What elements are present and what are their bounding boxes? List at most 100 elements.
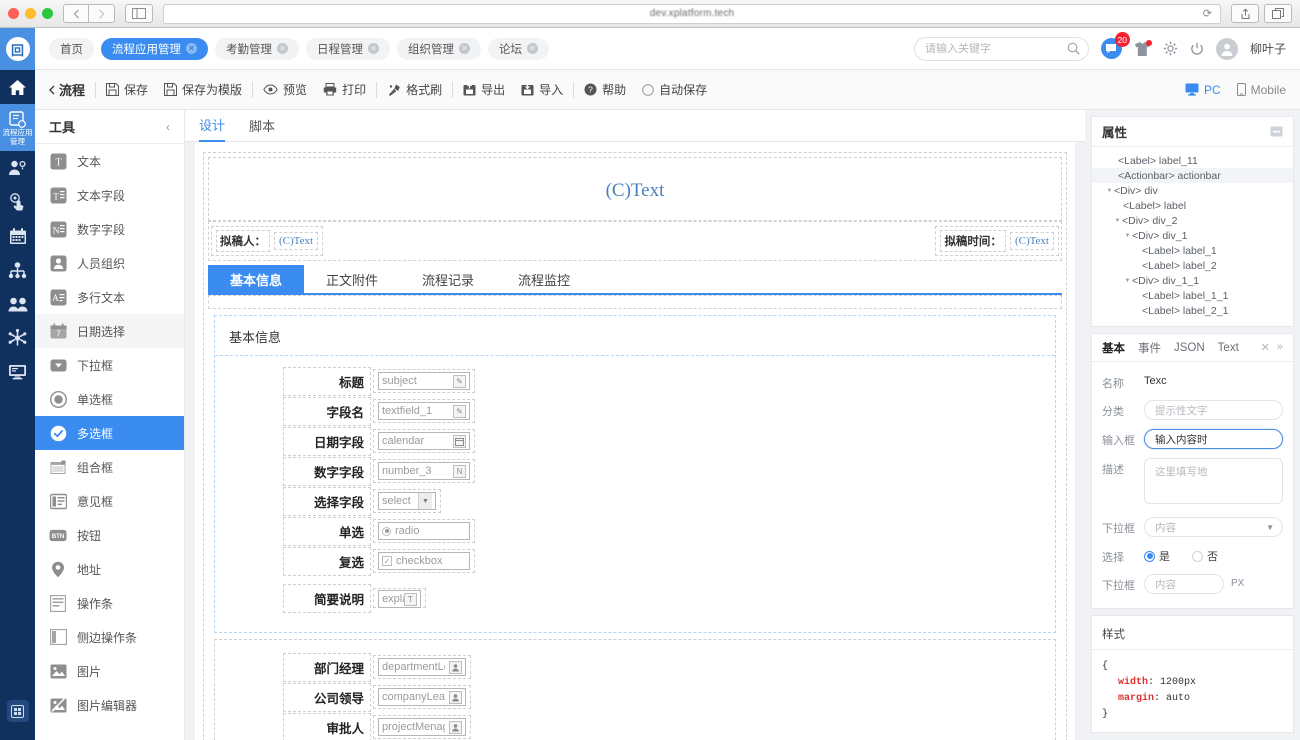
tab-events[interactable]: 事件 bbox=[1138, 340, 1161, 356]
tree-node-selected[interactable]: <Actionbar> actionbar bbox=[1092, 168, 1293, 183]
form-meta-row[interactable]: 拟稿人： (C)Text 拟稿时间： (C)Text bbox=[208, 221, 1062, 261]
approver-input[interactable]: projectMenager bbox=[378, 718, 466, 736]
tool-item-side-actionbar[interactable]: 侧边操作条 bbox=[35, 620, 184, 654]
form-row-radio[interactable]: 单选 radio bbox=[215, 516, 1055, 546]
person-icon[interactable] bbox=[449, 691, 462, 704]
check-icon[interactable]: ✓ bbox=[382, 556, 392, 566]
tool-item-dropdown[interactable]: 下拉框 bbox=[35, 348, 184, 382]
field-control-approver[interactable]: projectMenager bbox=[373, 715, 471, 739]
field-control-select[interactable]: select ▼ bbox=[373, 489, 441, 513]
form-tabstrip[interactable]: 基本信息 正文附件 流程记录 流程监控 bbox=[208, 265, 1062, 295]
shirt-button[interactable] bbox=[1134, 41, 1151, 57]
tab-text[interactable]: Text bbox=[1218, 342, 1239, 354]
global-search[interactable] bbox=[914, 37, 1089, 61]
category-input[interactable]: 提示性文字 bbox=[1144, 400, 1283, 420]
form-row-explain[interactable]: 简要说明 explain T bbox=[215, 576, 1055, 620]
form-tab-process-record[interactable]: 流程记录 bbox=[400, 265, 496, 293]
tree-node[interactable]: ▼ <Div> div_1 bbox=[1092, 228, 1293, 243]
field-control-explain[interactable]: explain T bbox=[373, 588, 426, 608]
browser-back-button[interactable] bbox=[63, 4, 89, 23]
tab-design[interactable]: 设计 bbox=[199, 110, 225, 142]
rail-logo[interactable]: 回 bbox=[0, 28, 35, 70]
choice-radio-no[interactable]: 否 bbox=[1192, 548, 1218, 564]
radio-input[interactable]: radio bbox=[378, 522, 470, 540]
form-row-select[interactable]: 选择字段 select ▼ bbox=[215, 486, 1055, 516]
toolbar-back-button[interactable]: 流程 bbox=[49, 80, 85, 99]
date-input[interactable]: calendar bbox=[378, 432, 470, 450]
form-row-textfield[interactable]: 字段名 textfield_1 ✎ bbox=[215, 396, 1055, 426]
chevron-left-icon[interactable]: ‹ bbox=[166, 120, 170, 134]
form-root-container[interactable]: (C)Text 拟稿人： (C)Text 拟稿时间： (C)Text 基本信息 bbox=[203, 152, 1067, 740]
rail-item-network[interactable] bbox=[0, 321, 35, 355]
apps-grid-icon[interactable] bbox=[7, 700, 29, 722]
field-control-department-leader[interactable]: departmentLe... bbox=[373, 655, 471, 679]
property-row-category[interactable]: 分类 提示性文字 bbox=[1102, 400, 1283, 420]
close-icon[interactable]: ✕ bbox=[368, 43, 379, 54]
radio-selected-icon[interactable] bbox=[1144, 551, 1155, 562]
tree-node[interactable]: <Label> label_2_1 bbox=[1092, 303, 1293, 318]
tool-item-numberfield[interactable]: N 数字字段 bbox=[35, 212, 184, 246]
toolbar-save-template-button[interactable]: 保存为模版 bbox=[164, 81, 242, 98]
power-button[interactable] bbox=[1190, 42, 1204, 56]
tool-item-combobox[interactable]: 组合框 bbox=[35, 450, 184, 484]
device-pc-button[interactable]: PC bbox=[1185, 83, 1221, 97]
tree-node[interactable]: <Label> label_2 bbox=[1092, 258, 1293, 273]
tool-item-actionbar[interactable]: 操作条 bbox=[35, 586, 184, 620]
rail-item-user-admin[interactable] bbox=[0, 151, 35, 185]
toolbar-autosave-toggle[interactable]: 自动保存 bbox=[642, 81, 707, 98]
maximize-window-dot[interactable] bbox=[42, 8, 53, 19]
toolbar-format-brush-button[interactable]: 格式刷 bbox=[387, 81, 442, 98]
field-control-date[interactable]: calendar bbox=[373, 429, 475, 453]
form-row-subject[interactable]: 标题 subject ✎ bbox=[215, 366, 1055, 396]
field-control-radio[interactable]: radio bbox=[373, 519, 475, 543]
tab-json[interactable]: JSON bbox=[1174, 342, 1205, 354]
form-tab-process-monitor[interactable]: 流程监控 bbox=[496, 265, 592, 293]
tree-node[interactable]: ▼ <Div> div_1_1 bbox=[1092, 273, 1293, 288]
department-leader-input[interactable]: departmentLe... bbox=[378, 658, 466, 676]
tab-basic[interactable]: 基本 bbox=[1102, 340, 1125, 356]
new-tab-icon[interactable] bbox=[1264, 4, 1292, 23]
tool-item-location[interactable]: 地址 bbox=[35, 552, 184, 586]
minimize-icon[interactable] bbox=[1270, 126, 1283, 137]
tree-node[interactable]: <Label> label_11 bbox=[1092, 153, 1293, 168]
sidebar-toggle-icon[interactable] bbox=[125, 4, 153, 23]
rail-item-touch[interactable] bbox=[0, 185, 35, 219]
select-1[interactable]: 内容 ▼ bbox=[1144, 517, 1283, 537]
tool-item-textfield[interactable]: T 文本字段 bbox=[35, 178, 184, 212]
property-row-choice[interactable]: 选择 是 否 bbox=[1102, 546, 1283, 565]
tool-item-checkbox[interactable]: 多选框 bbox=[35, 416, 184, 450]
tree-node[interactable]: ▼ <Div> div bbox=[1092, 183, 1293, 198]
messages-button[interactable]: 20 bbox=[1101, 38, 1122, 59]
browser-forward-button[interactable] bbox=[89, 4, 115, 23]
property-row-select-2[interactable]: 下拉框 内容 PX bbox=[1102, 574, 1283, 594]
close-icon[interactable]: ✕ bbox=[277, 43, 288, 54]
toolbar-save-button[interactable]: 保存 bbox=[106, 81, 148, 98]
person-icon[interactable] bbox=[449, 721, 462, 734]
property-row-select-1[interactable]: 下拉框 内容 ▼ bbox=[1102, 517, 1283, 537]
content-input[interactable]: 输入内容时 bbox=[1144, 429, 1283, 449]
tree-node[interactable]: ▼ <Div> div_2 bbox=[1092, 213, 1293, 228]
tool-item-text[interactable]: T 文本 bbox=[35, 144, 184, 178]
caret-down-icon[interactable]: ▼ bbox=[418, 493, 432, 509]
form-section-basic-info[interactable]: 基本信息 标题 subject ✎ bbox=[214, 315, 1056, 633]
textfield-input[interactable]: textfield_1 ✎ bbox=[378, 402, 470, 420]
tree-node[interactable]: <Label> label bbox=[1092, 198, 1293, 213]
tool-item-opinion[interactable]: 意见框 bbox=[35, 484, 184, 518]
tool-item-radio[interactable]: 单选框 bbox=[35, 382, 184, 416]
chevron-double-right-icon[interactable]: » bbox=[1277, 341, 1283, 354]
explain-textarea[interactable]: explain T bbox=[378, 590, 421, 608]
choice-radio-yes[interactable]: 是 bbox=[1144, 548, 1170, 564]
device-mobile-button[interactable]: Mobile bbox=[1237, 83, 1286, 97]
rail-item-org-tree[interactable] bbox=[0, 253, 35, 287]
form-row-date[interactable]: 日期字段 calendar bbox=[215, 426, 1055, 456]
form-row-checkbox[interactable]: 复选 ✓ checkbox bbox=[215, 546, 1055, 576]
radio-dot-icon[interactable] bbox=[382, 527, 391, 536]
reload-icon[interactable]: ⟳ bbox=[1203, 7, 1212, 20]
field-control-textfield[interactable]: textfield_1 ✎ bbox=[373, 399, 475, 423]
app-tab-attendance[interactable]: 考勤管理 ✕ bbox=[215, 38, 299, 60]
component-tree[interactable]: <Label> label_11 <Actionbar> actionbar ▼… bbox=[1092, 147, 1293, 326]
form-tab-basic-info[interactable]: 基本信息 bbox=[208, 265, 304, 293]
field-control-number[interactable]: number_3 N bbox=[373, 459, 475, 483]
minimize-window-dot[interactable] bbox=[25, 8, 36, 19]
url-bar[interactable]: dev.xplatform.tech ⟳ bbox=[163, 4, 1221, 24]
